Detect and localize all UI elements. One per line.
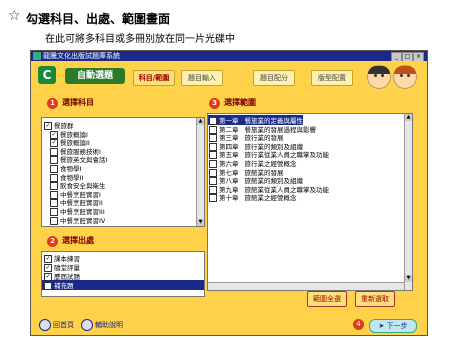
ranges-scrollbar[interactable]: ▲ ▼ xyxy=(404,114,412,290)
toolbar: C 自動選題 科目/範圍 題目輸入 題目配分 版型配置 xyxy=(31,61,427,91)
sources-heading: 2 選擇出處 xyxy=(47,235,94,247)
next-step-button[interactable]: ➤ 下一步 xyxy=(369,319,417,333)
scroll-down-icon[interactable]: ▼ xyxy=(197,219,204,226)
range-title: 旅館業之經營概念 xyxy=(244,194,297,203)
step-3-badge: 3 xyxy=(209,98,220,109)
brand-label: 自動選題 xyxy=(65,68,125,84)
range-item[interactable]: 第十章 旅館業之經營概念 xyxy=(208,192,297,203)
tab-subject-range[interactable]: 科目/範圍 xyxy=(133,70,175,86)
step-4-badge: 4 xyxy=(353,319,364,330)
subject-label: 中餐烹飪實習IV xyxy=(60,216,106,225)
tab-question-input[interactable]: 題目輸入 xyxy=(181,70,223,86)
checkbox[interactable] xyxy=(209,194,217,203)
checkbox[interactable] xyxy=(50,216,58,225)
ranges-hscrollbar[interactable] xyxy=(208,282,404,290)
arrow-right-icon: ➤ xyxy=(378,322,387,330)
app-logo-icon: C xyxy=(38,66,56,84)
home-label: 回首頁 xyxy=(53,321,74,329)
ranges-heading-text: 選擇範圍 xyxy=(224,98,256,107)
boy-mascot-icon xyxy=(393,65,417,89)
scroll-down-icon[interactable]: ▼ xyxy=(405,275,412,282)
home-button[interactable]: 回首頁 xyxy=(39,319,74,331)
source-item[interactable]: ✓ 補充題 xyxy=(42,280,204,290)
subjects-heading-text: 選擇科目 xyxy=(62,98,94,107)
help-button[interactable]: 輔助說明 xyxy=(81,319,123,331)
star-icon: ☆ xyxy=(8,8,21,24)
next-label: 下一步 xyxy=(386,322,408,330)
tab-layout[interactable]: 版型配置 xyxy=(311,70,353,86)
girl-mascot-icon xyxy=(367,65,391,89)
select-all-range-button[interactable]: 範圍全選 xyxy=(307,291,347,307)
step-1-badge: 1 xyxy=(47,98,58,109)
help-icon xyxy=(81,319,93,331)
subjects-heading: 1 選擇科目 xyxy=(47,97,94,109)
subjects-tree[interactable]: ✓ 餐旅群 ✓ 餐旅概論I ✓ 餐旅概論II 餐旅服務技術I 餐旅英文與會話I 食物學I 食物學I… xyxy=(41,117,205,227)
home-icon xyxy=(39,319,51,331)
sources-heading-text: 選擇出處 xyxy=(62,236,94,245)
page-subtitle: 在此可將多科目或多冊別放在同一片光碟中 xyxy=(45,34,235,45)
window-title: 龍騰文化出版試題庫系統 xyxy=(43,52,120,60)
subject-item[interactable]: 中餐烹飪實習IV xyxy=(50,215,105,225)
tab-question-score[interactable]: 題目配分 xyxy=(253,70,295,86)
source-label: 補充題 xyxy=(54,282,74,290)
page-title: 勾選科目、出處、範圍畫面 xyxy=(26,12,171,26)
scroll-up-icon[interactable]: ▲ xyxy=(197,118,204,125)
step-2-badge: 2 xyxy=(47,236,58,247)
help-label: 輔助說明 xyxy=(95,321,123,329)
ranges-list[interactable]: ✓ 第一章 餐旅業的定義與屬性 第二章 餐旅業的發展過程與影響 第三章 旅行業的發展 第四章旅… xyxy=(207,113,413,291)
subjects-scrollbar[interactable]: ▲ ▼ xyxy=(196,118,204,226)
app-icon xyxy=(33,52,41,60)
window-titlebar: 龍騰文化出版試題庫系統 _ □ × xyxy=(31,51,427,62)
ranges-heading: 3 選擇範圍 xyxy=(209,97,256,109)
sources-list[interactable]: ✓ 課本練習 ✓ 隨堂評量 ✓ 歷屆試題 ✓ 補充題 xyxy=(41,251,205,297)
app-window: 龍騰文化出版試題庫系統 _ □ × C 自動選題 科目/範圍 題目輸入 題目配分… xyxy=(30,50,428,336)
scroll-up-icon[interactable]: ▲ xyxy=(405,114,412,121)
checkbox[interactable]: ✓ xyxy=(44,282,52,290)
reset-selection-button[interactable]: 重新選取 xyxy=(355,291,395,307)
range-chapter: 第十章 xyxy=(219,194,239,203)
